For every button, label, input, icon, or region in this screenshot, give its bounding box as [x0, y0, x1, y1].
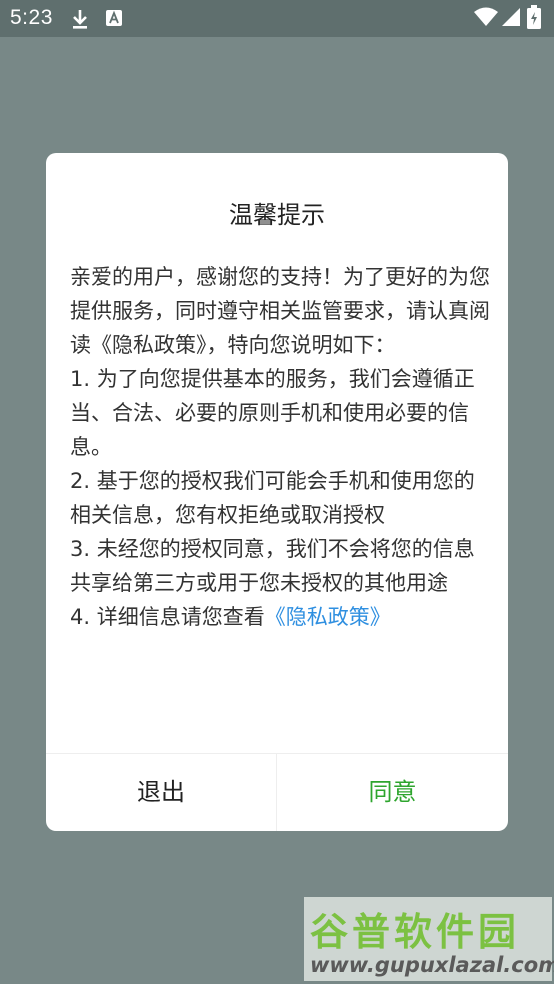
- battery-icon: [527, 5, 541, 29]
- watermark-url: www.gupuxlazal.com: [310, 953, 554, 977]
- content-item-4: 4. 详细信息请您查看《隐私政策》: [70, 600, 490, 634]
- status-bar: 5:23: [0, 0, 554, 37]
- watermark: 谷普软件园 www.gupuxlazal.com: [304, 897, 554, 981]
- dialog-content: 亲爱的用户，感谢您的支持！为了更好的为您提供服务，同时遵守相关监管要求，请认真阅…: [70, 260, 490, 634]
- keyboard-a-icon: [106, 10, 122, 26]
- wifi-icon: [474, 7, 498, 26]
- status-time: 5:23: [10, 6, 53, 29]
- dialog-title: 温馨提示: [229, 201, 325, 229]
- content-item-2: 2. 基于您的授权我们可能会手机和使用您的相关信息，您有权拒绝或取消授权: [70, 469, 475, 527]
- exit-button[interactable]: 退出: [46, 754, 276, 831]
- content-intro: 亲爱的用户，感谢您的支持！为了更好的为您提供服务，同时遵守相关监管要求，请认真阅…: [70, 265, 490, 357]
- content-item-4-text: 4. 详细信息请您查看: [70, 605, 265, 629]
- agree-button[interactable]: 同意: [277, 754, 508, 831]
- download-icon: [73, 10, 87, 29]
- privacy-dialog: 温馨提示 亲爱的用户，感谢您的支持！为了更好的为您提供服务，同时遵守相关监管要求…: [46, 153, 508, 831]
- content-item-3: 3. 未经您的授权同意，我们不会将您的信息共享给第三方或用于您未授权的其他用途: [70, 537, 475, 595]
- privacy-policy-link[interactable]: 《隐私政策》: [265, 605, 391, 629]
- watermark-title: 谷普软件园: [310, 910, 521, 954]
- signal-icon: [502, 8, 520, 26]
- content-item-1: 1. 为了向您提供基本的服务，我们会遵循正当、合法、必要的原则手机和使用必要的信…: [70, 367, 475, 459]
